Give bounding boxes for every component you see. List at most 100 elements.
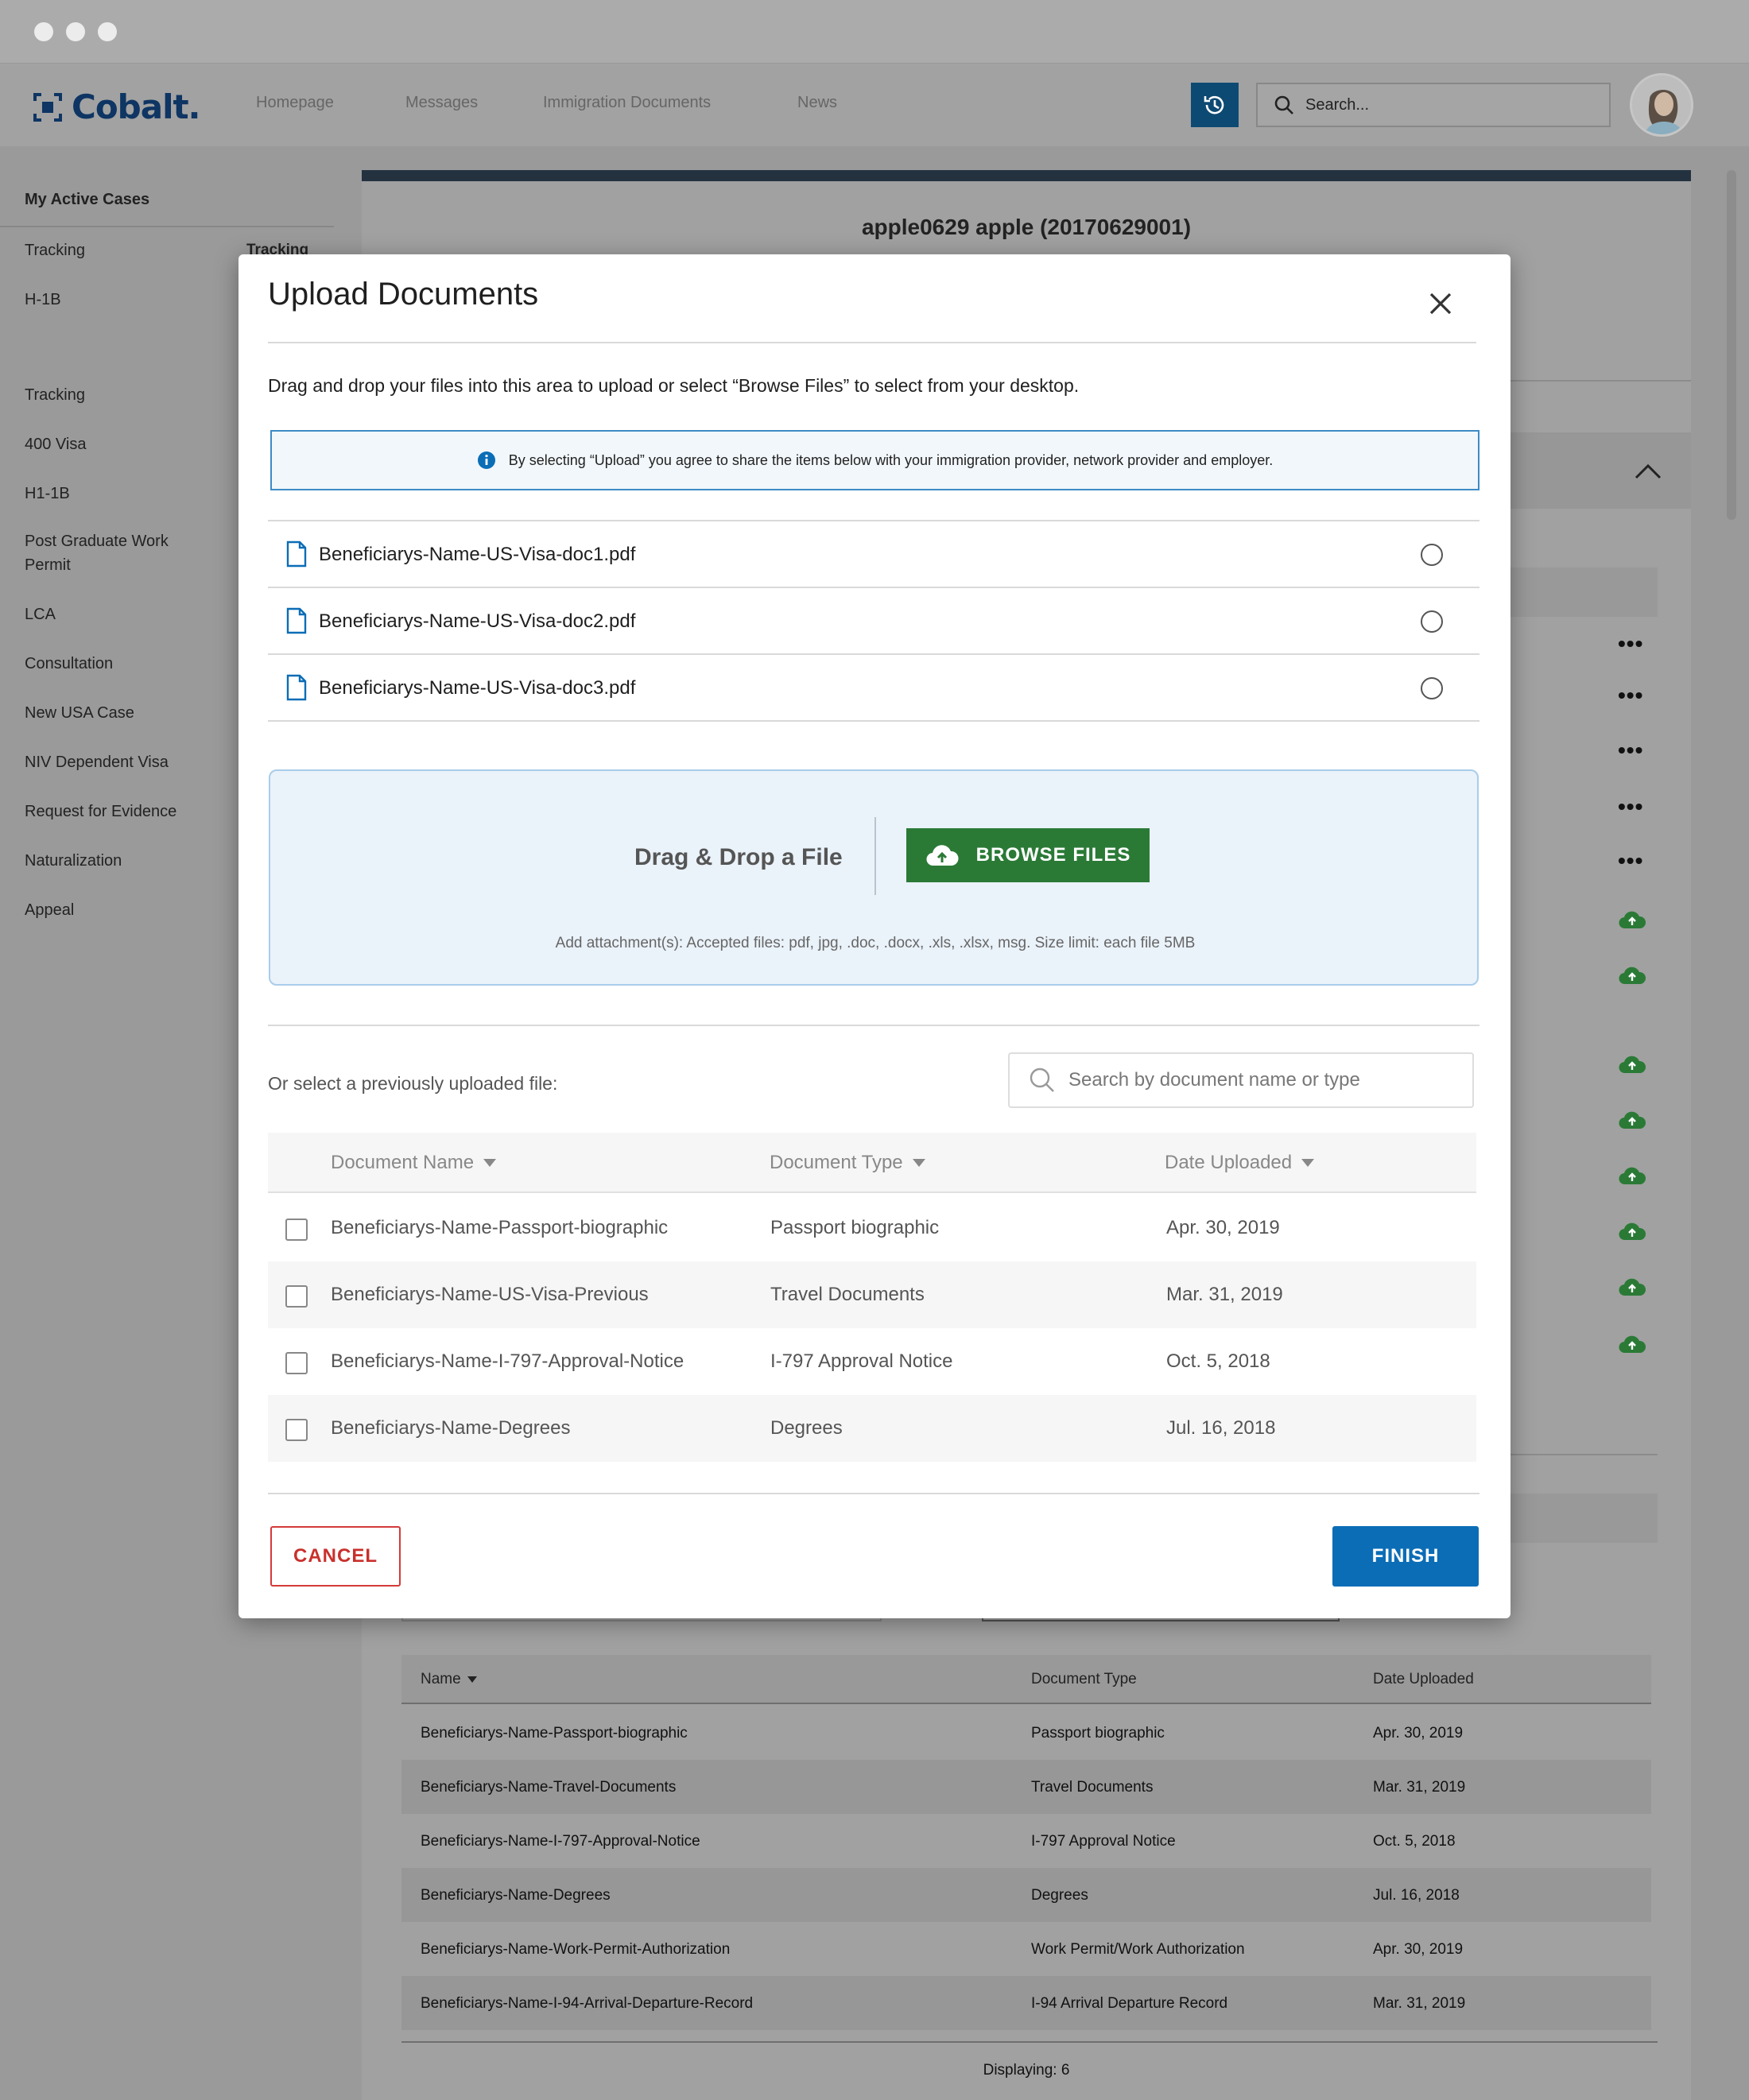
table-row[interactable]: Beneficiarys-Name-Degrees Degrees Jul. 1… (268, 1395, 1476, 1462)
file-icon (286, 607, 307, 634)
sidebar-item-new-usa-case[interactable]: New USA Case (25, 701, 134, 725)
table-row[interactable]: Beneficiarys-Name-I-797-Approval-Notice … (401, 1814, 1651, 1868)
page-scrollbar[interactable] (1727, 170, 1736, 520)
sort-down-icon (467, 1676, 477, 1683)
row-more-icon[interactable]: ••• (1618, 848, 1643, 874)
doc-name: Beneficiarys-Name-I-797-Approval-Notice (421, 1833, 700, 1850)
file-select-radio[interactable] (1421, 677, 1443, 699)
doc-name: Beneficiarys-Name-US-Visa-Previous (331, 1284, 649, 1305)
upload-cloud-icon[interactable] (1618, 909, 1646, 930)
document-search-input[interactable] (1068, 1069, 1450, 1091)
upload-cloud-icon[interactable] (1618, 965, 1646, 986)
sidebar-item-400-visa[interactable]: 400 Visa (25, 432, 86, 456)
sidebar-item-tracking[interactable]: Tracking (25, 238, 85, 262)
upload-cloud-icon[interactable] (1618, 1165, 1646, 1186)
cancel-button[interactable]: CANCEL (270, 1526, 401, 1587)
sidebar-item-request-for-evidence[interactable]: Request for Evidence (25, 800, 176, 823)
sidebar-item-niv-dependent-visa[interactable]: NIV Dependent Visa (25, 750, 169, 774)
finish-button[interactable]: FINISH (1332, 1526, 1479, 1587)
sidebar-item-consultation[interactable]: Consultation (25, 652, 113, 676)
window-titlebar (0, 0, 1749, 64)
table-row[interactable]: Beneficiarys-Name-Degrees Degrees Jul. 1… (401, 1868, 1651, 1922)
row-checkbox[interactable] (285, 1219, 308, 1241)
doc-date: Oct. 5, 2018 (1373, 1833, 1456, 1850)
col-type-header[interactable]: Document Type (1031, 1671, 1137, 1688)
table-row[interactable]: Beneficiarys-Name-US-Visa-Previous Trave… (268, 1261, 1476, 1328)
global-search-placeholder: Search... (1305, 95, 1370, 114)
doc-type: Passport biographic (770, 1217, 940, 1238)
avatar-person-icon (1632, 76, 1691, 134)
selected-file-row[interactable]: Beneficiarys-Name-US-Visa-doc3.pdf (268, 655, 1479, 722)
row-checkbox[interactable] (285, 1419, 308, 1441)
section-divider (268, 1025, 1479, 1026)
upload-cloud-icon[interactable] (1618, 1334, 1646, 1354)
history-button[interactable] (1191, 83, 1239, 127)
row-more-icon[interactable]: ••• (1618, 683, 1643, 708)
table-row[interactable]: Beneficiarys-Name-I-94-Arrival-Departure… (401, 1976, 1651, 2030)
col-date-uploaded-label: Date Uploaded (1165, 1152, 1293, 1173)
col-document-type-header[interactable]: Document Type (770, 1152, 925, 1174)
user-avatar[interactable] (1630, 73, 1693, 137)
row-more-icon[interactable]: ••• (1618, 738, 1643, 763)
doc-type: Travel Documents (1031, 1779, 1154, 1796)
row-more-icon[interactable]: ••• (1618, 794, 1643, 819)
brand-logo[interactable]: Cobalt. (33, 87, 201, 126)
sidebar-item-naturalization[interactable]: Naturalization (25, 849, 122, 873)
global-search-input[interactable]: Search... (1256, 83, 1611, 127)
search-icon (1030, 1067, 1054, 1092)
doc-type: I-797 Approval Notice (770, 1350, 953, 1372)
window-close-dot[interactable] (34, 22, 53, 41)
col-date-uploaded-header[interactable]: Date Uploaded (1165, 1152, 1315, 1174)
file-select-radio[interactable] (1421, 544, 1443, 566)
selected-file-row[interactable]: Beneficiarys-Name-US-Visa-doc2.pdf (268, 588, 1479, 655)
doc-date: Jul. 16, 2018 (1373, 1887, 1460, 1904)
file-icon (286, 674, 307, 701)
browse-files-button[interactable]: BROWSE FILES (906, 828, 1150, 882)
upload-cloud-icon[interactable] (1618, 1221, 1646, 1242)
table-row[interactable]: Beneficiarys-Name-Passport-biographic Pa… (268, 1195, 1476, 1261)
sidebar-item-lca[interactable]: LCA (25, 602, 56, 626)
sidebar-item-h1-1b[interactable]: H1-1B (25, 482, 70, 506)
file-select-radio[interactable] (1421, 610, 1443, 633)
modal-close-button[interactable] (1423, 286, 1458, 321)
sidebar-item-post-graduate-work-permit[interactable]: Post Graduate Work Permit (25, 529, 200, 577)
doc-date: Apr. 30, 2019 (1373, 1725, 1464, 1742)
doc-date: Apr. 30, 2019 (1166, 1217, 1280, 1238)
window-minimize-dot[interactable] (66, 22, 85, 41)
nav-immigration-documents[interactable]: Immigration Documents (543, 94, 711, 112)
doc-name: Beneficiarys-Name-Degrees (421, 1887, 611, 1904)
upload-cloud-icon[interactable] (1618, 1110, 1646, 1130)
upload-cloud-icon (926, 845, 959, 866)
sidebar-item-tracking-2[interactable]: Tracking (25, 383, 85, 407)
file-drop-zone[interactable]: Drag & Drop a File BROWSE FILES Add atta… (269, 769, 1479, 986)
row-more-icon[interactable]: ••• (1618, 631, 1643, 657)
upload-cloud-icon[interactable] (1618, 1277, 1646, 1297)
chevron-up-icon[interactable] (1634, 463, 1662, 480)
sidebar-item-appeal[interactable]: Appeal (25, 898, 74, 922)
consent-notice: By selecting “Upload” you agree to share… (270, 430, 1479, 490)
window-maximize-dot[interactable] (98, 22, 117, 41)
document-search-field[interactable] (1008, 1052, 1474, 1108)
table-row[interactable]: Beneficiarys-Name-Travel-Documents Trave… (401, 1760, 1651, 1814)
search-icon (1274, 95, 1293, 114)
selected-file-row[interactable]: Beneficiarys-Name-US-Visa-doc1.pdf (268, 521, 1479, 588)
nav-messages[interactable]: Messages (405, 94, 478, 112)
col-document-name-header[interactable]: Document Name (331, 1152, 497, 1174)
close-icon (1429, 293, 1452, 315)
doc-type: Degrees (770, 1417, 843, 1439)
nav-homepage[interactable]: Homepage (256, 94, 334, 112)
table-row[interactable]: Beneficiarys-Name-Passport-biographic Pa… (401, 1706, 1651, 1760)
sidebar-item-h1b[interactable]: H-1B (25, 288, 61, 312)
upload-cloud-icon[interactable] (1618, 1054, 1646, 1075)
col-name-header[interactable]: Name (421, 1671, 477, 1688)
upload-documents-modal: Upload Documents Drag and drop your file… (238, 254, 1510, 1618)
sidebar-heading: My Active Cases (25, 191, 150, 208)
nav-news[interactable]: News (797, 94, 837, 112)
col-date-header[interactable]: Date Uploaded (1373, 1671, 1474, 1688)
table-row[interactable]: Beneficiarys-Name-Work-Permit-Authorizat… (401, 1922, 1651, 1976)
row-checkbox[interactable] (285, 1285, 308, 1308)
table-row[interactable]: Beneficiarys-Name-I-797-Approval-Notice … (268, 1328, 1476, 1395)
row-checkbox[interactable] (285, 1352, 308, 1374)
finish-button-label: FINISH (1371, 1545, 1440, 1567)
file-name: Beneficiarys-Name-US-Visa-doc2.pdf (319, 610, 636, 632)
